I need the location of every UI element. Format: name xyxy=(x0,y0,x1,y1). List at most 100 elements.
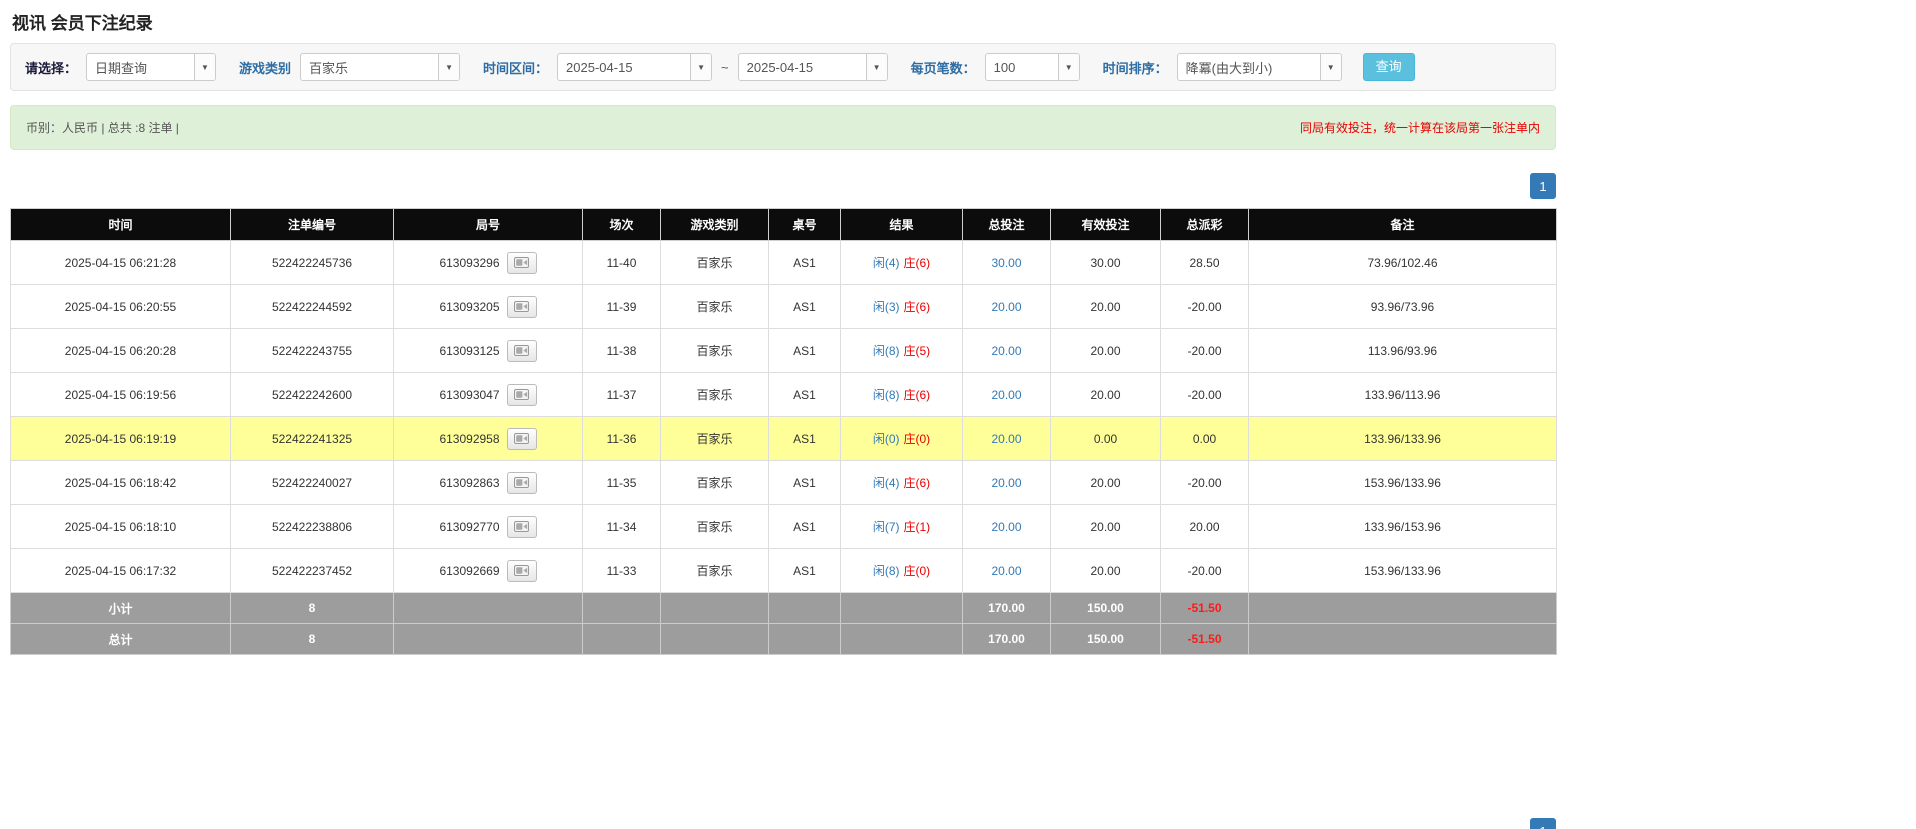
game-type-select[interactable]: 百家乐 ▼ xyxy=(300,53,460,81)
total-bet-link[interactable]: 20.00 xyxy=(991,300,1021,314)
date-from-picker[interactable]: 2025-04-15 ▼ xyxy=(557,53,712,81)
chevron-down-icon: ▼ xyxy=(1320,54,1341,80)
game-type-value: 百家乐 xyxy=(301,54,438,80)
select-label: 请选择： xyxy=(25,58,77,77)
cell-game-type: 百家乐 xyxy=(661,417,769,461)
page-size-select[interactable]: 100 ▼ xyxy=(985,53,1080,81)
cell-game-type: 百家乐 xyxy=(661,505,769,549)
table-header-row: 时间 注单编号 局号 场次 游戏类别 桌号 结果 总投注 有效投注 总派彩 备注 xyxy=(11,209,1557,241)
cell-bet-id: 522422242600 xyxy=(231,373,394,417)
cell-time: 2025-04-15 06:17:32 xyxy=(11,549,231,593)
chevron-down-icon: ▼ xyxy=(866,54,887,80)
total-label: 总计 xyxy=(11,624,231,655)
round-id: 613093296 xyxy=(439,256,499,270)
cell-round: 613093296 xyxy=(394,241,583,285)
cell-total-bet: 30.00 xyxy=(963,241,1051,285)
total-bet-link[interactable]: 20.00 xyxy=(991,564,1021,578)
subtotal-empty xyxy=(769,593,841,624)
cell-total-bet: 20.00 xyxy=(963,461,1051,505)
cell-round: 613093047 xyxy=(394,373,583,417)
query-button[interactable]: 查询 xyxy=(1363,53,1415,81)
subtotal-empty xyxy=(583,593,661,624)
cell-valid-bet: 0.00 xyxy=(1051,417,1161,461)
total-bet-link[interactable]: 20.00 xyxy=(991,432,1021,446)
cell-note: 153.96/133.96 xyxy=(1249,549,1557,593)
video-replay-button[interactable] xyxy=(507,252,537,274)
result-player: 闲(4) xyxy=(873,256,900,270)
pagination-top: 1 xyxy=(10,173,1556,199)
cell-session: 11-38 xyxy=(583,329,661,373)
round-id: 613092863 xyxy=(439,476,499,490)
subtotal-total-bet: 170.00 xyxy=(963,593,1051,624)
video-replay-button[interactable] xyxy=(507,340,537,362)
header-total-bet: 总投注 xyxy=(963,209,1051,241)
cell-payout: -20.00 xyxy=(1161,549,1249,593)
cell-table: AS1 xyxy=(769,285,841,329)
header-session: 场次 xyxy=(583,209,661,241)
header-table: 桌号 xyxy=(769,209,841,241)
pagination-bottom: 1 xyxy=(1530,818,1556,829)
total-row: 总计 8 170.00 150.00 -51.50 xyxy=(11,624,1557,655)
cell-total-bet: 20.00 xyxy=(963,549,1051,593)
chevron-down-icon: ▼ xyxy=(438,54,459,80)
cell-valid-bet: 20.00 xyxy=(1051,549,1161,593)
video-replay-button[interactable] xyxy=(507,472,537,494)
table-body: 2025-04-15 06:21:28 522422245736 6130932… xyxy=(11,241,1557,593)
cell-session: 11-39 xyxy=(583,285,661,329)
result-player: 闲(4) xyxy=(873,476,900,490)
cell-table: AS1 xyxy=(769,549,841,593)
video-replay-button[interactable] xyxy=(507,384,537,406)
video-replay-button[interactable] xyxy=(507,428,537,450)
header-game-type: 游戏类别 xyxy=(661,209,769,241)
cell-bet-id: 522422245736 xyxy=(231,241,394,285)
result-banker: 庄(0) xyxy=(904,564,931,578)
cell-valid-bet: 30.00 xyxy=(1051,241,1161,285)
cell-valid-bet: 20.00 xyxy=(1051,373,1161,417)
cell-total-bet: 20.00 xyxy=(963,417,1051,461)
page-button-1[interactable]: 1 xyxy=(1530,173,1556,199)
subtotal-label: 小计 xyxy=(11,593,231,624)
cell-payout: 0.00 xyxy=(1161,417,1249,461)
result-player: 闲(8) xyxy=(873,344,900,358)
summary-notice: 同局有效投注，统一计算在该局第一张注单内 xyxy=(1300,119,1540,136)
video-replay-icon xyxy=(514,565,529,576)
time-range-label: 时间区间： xyxy=(483,58,548,77)
total-bet-link[interactable]: 30.00 xyxy=(991,256,1021,270)
cell-game-type: 百家乐 xyxy=(661,549,769,593)
cell-table: AS1 xyxy=(769,329,841,373)
round-id: 613092669 xyxy=(439,564,499,578)
cell-bet-id: 522422240027 xyxy=(231,461,394,505)
cell-round: 613092958 xyxy=(394,417,583,461)
video-replay-button[interactable] xyxy=(507,560,537,582)
cell-time: 2025-04-15 06:18:10 xyxy=(11,505,231,549)
round-id: 613092770 xyxy=(439,520,499,534)
date-to-picker[interactable]: 2025-04-15 ▼ xyxy=(738,53,888,81)
query-type-select[interactable]: 日期查询 ▼ xyxy=(86,53,216,81)
cell-total-bet: 20.00 xyxy=(963,373,1051,417)
total-bet-link[interactable]: 20.00 xyxy=(991,520,1021,534)
page-title: 视讯 会员下注纪录 xyxy=(10,0,1556,43)
total-bet-link[interactable]: 20.00 xyxy=(991,388,1021,402)
table-row: 2025-04-15 06:19:56 522422242600 6130930… xyxy=(11,373,1557,417)
cell-time: 2025-04-15 06:20:55 xyxy=(11,285,231,329)
result-banker: 庄(6) xyxy=(904,256,931,270)
total-bet-link[interactable]: 20.00 xyxy=(991,476,1021,490)
cell-round: 613093125 xyxy=(394,329,583,373)
page-container: 视讯 会员下注纪录 请选择： 日期查询 ▼ 游戏类别 百家乐 ▼ 时间区间： 2… xyxy=(10,0,1556,655)
total-empty xyxy=(661,624,769,655)
header-result: 结果 xyxy=(841,209,963,241)
page-size-value: 100 xyxy=(986,54,1058,80)
chevron-down-icon: ▼ xyxy=(194,54,215,80)
cell-bet-id: 522422238806 xyxy=(231,505,394,549)
cell-round: 613092770 xyxy=(394,505,583,549)
total-bet-link[interactable]: 20.00 xyxy=(991,344,1021,358)
filter-bar: 请选择： 日期查询 ▼ 游戏类别 百家乐 ▼ 时间区间： 2025-04-15 … xyxy=(10,43,1556,91)
sort-select[interactable]: 降冪(由大到小) ▼ xyxy=(1177,53,1342,81)
game-type-label: 游戏类别 xyxy=(239,58,291,77)
video-replay-button[interactable] xyxy=(507,516,537,538)
page-button-1-bottom[interactable]: 1 xyxy=(1530,818,1556,829)
video-replay-button[interactable] xyxy=(507,296,537,318)
result-player: 闲(8) xyxy=(873,388,900,402)
result-banker: 庄(6) xyxy=(904,476,931,490)
query-type-value: 日期查询 xyxy=(87,54,194,80)
